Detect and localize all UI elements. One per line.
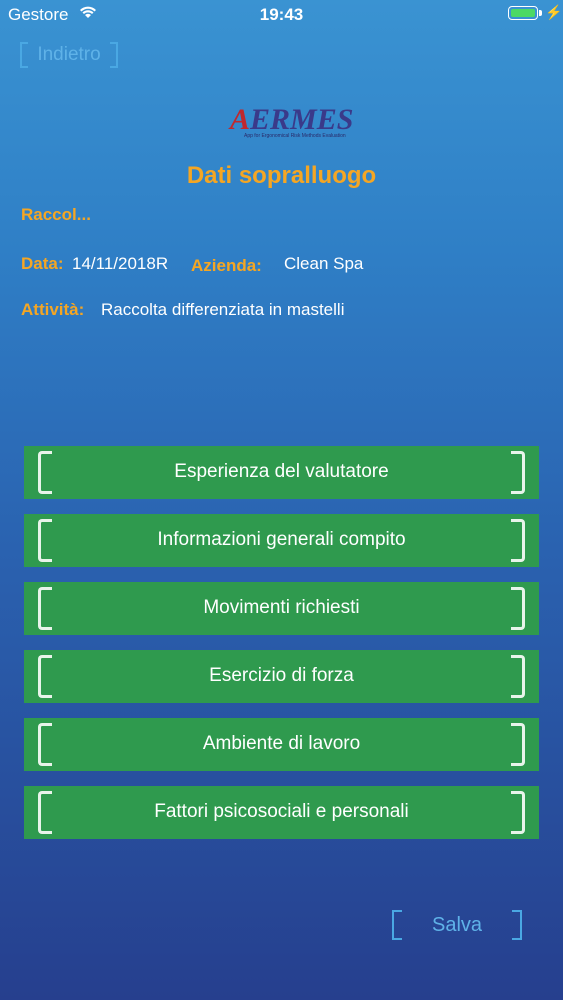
activity-label: Attività: bbox=[21, 300, 85, 319]
date-company-row: Data: 14/11/2018R Azienda: Clean Spa bbox=[21, 254, 363, 275]
activity-row: Attività: Raccolta differenziata in mast… bbox=[21, 300, 344, 320]
page-title: Dati sopralluogo bbox=[186, 162, 377, 189]
aermes-logo: AERMES App for Ergonomical Risk Methods … bbox=[230, 103, 356, 141]
section-button-label: Movimenti richiesti bbox=[203, 597, 360, 618]
section-button-esperienza[interactable]: Esperienza del valutatore bbox=[24, 446, 539, 499]
section-button-label: Ambiente di lavoro bbox=[202, 733, 361, 754]
section-button-fattori[interactable]: Fattori psicosociali e personali bbox=[24, 786, 539, 839]
back-button[interactable]: Indietro bbox=[20, 42, 118, 68]
company-value: Clean Spa bbox=[284, 254, 364, 273]
logo-letter-a: A bbox=[230, 103, 251, 136]
section-button-label: Fattori psicosociali e personali bbox=[154, 801, 409, 822]
section-button-label: Informazioni generali compito bbox=[157, 529, 406, 550]
section-button-label: Esperienza del valutatore bbox=[174, 461, 389, 482]
charging-bolt-icon: ⚡ bbox=[545, 4, 563, 20]
section-button-forza[interactable]: Esercizio di forza bbox=[24, 650, 539, 703]
date-value: 14/11/2018R bbox=[72, 254, 169, 273]
section-button-informazioni[interactable]: Informazioni generali compito bbox=[24, 514, 539, 567]
section-button-label: Esercizio di forza bbox=[209, 665, 354, 686]
task-name: Raccol... bbox=[21, 205, 91, 224]
back-button-label: Indietro bbox=[37, 44, 101, 65]
status-bar: Gestore 19:43 ⚡ bbox=[0, 0, 563, 30]
section-button-movimenti[interactable]: Movimenti richiesti bbox=[24, 582, 539, 635]
company-label: Azienda: bbox=[191, 256, 262, 275]
save-button-label: Salva bbox=[431, 914, 483, 936]
logo-subtitle: App for Ergonomical Risk Methods Evaluat… bbox=[244, 133, 346, 139]
battery-icon bbox=[508, 6, 538, 20]
clock: 19:43 bbox=[259, 5, 304, 24]
save-button[interactable]: Salva bbox=[392, 910, 522, 940]
section-button-ambiente[interactable]: Ambiente di lavoro bbox=[24, 718, 539, 771]
date-label: Data: bbox=[21, 254, 64, 273]
logo-letters-rest: ERMES bbox=[250, 103, 354, 136]
activity-value: Raccolta differenziata in mastelli bbox=[101, 300, 345, 319]
battery-tip bbox=[539, 10, 542, 16]
